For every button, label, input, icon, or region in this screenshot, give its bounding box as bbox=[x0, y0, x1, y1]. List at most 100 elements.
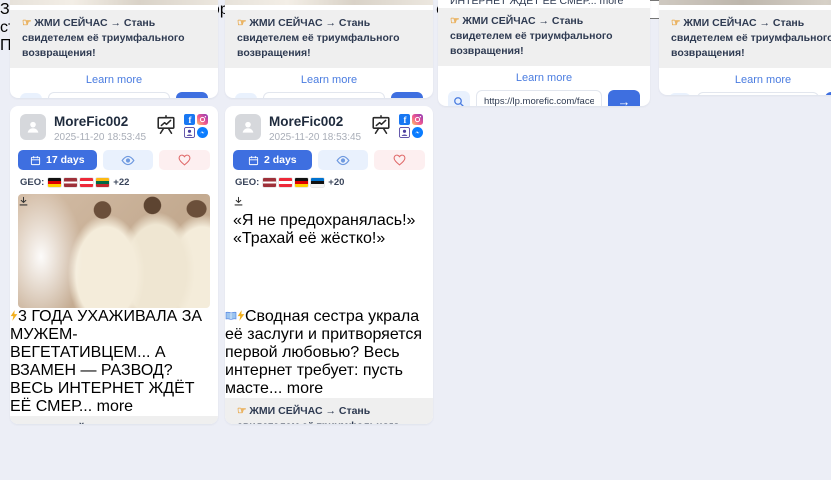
profile-name: MoreFic002 bbox=[269, 114, 362, 130]
calendar-icon bbox=[248, 155, 259, 166]
audience-network-icon bbox=[184, 127, 195, 138]
creative-image-cropped bbox=[659, 0, 831, 5]
arrow-right-icon bbox=[401, 96, 414, 98]
cta-text: ЖМИ СЕЙЧАС → Стань свидетелем её триумфа… bbox=[237, 405, 400, 424]
learn-more-link[interactable]: Learn more bbox=[659, 68, 831, 91]
days-active-button[interactable]: 2 days bbox=[233, 150, 312, 170]
geo-more-count[interactable]: +22 bbox=[113, 177, 129, 188]
book-icon bbox=[225, 308, 237, 325]
pointing-hand-icon bbox=[237, 17, 249, 29]
action-buttons: 17 days bbox=[10, 147, 218, 170]
header-icons: f bbox=[155, 114, 208, 141]
landing-url-input[interactable] bbox=[48, 92, 170, 98]
flag-estonia-icon bbox=[311, 178, 324, 187]
lightning-icon bbox=[10, 308, 18, 325]
geo-flags bbox=[48, 178, 109, 187]
pointing-hand-icon bbox=[22, 423, 34, 424]
learn-more-link[interactable]: Learn more bbox=[10, 68, 218, 91]
placements: f bbox=[184, 114, 208, 138]
geo-more-count[interactable]: +20 bbox=[328, 177, 344, 188]
cta-block: ЖМИ СЕЙЧАС → Стань свидетелем её триумфа… bbox=[659, 10, 831, 68]
flag-germany-icon bbox=[295, 178, 308, 187]
creative-image[interactable] bbox=[18, 194, 210, 308]
ad-card-partial-4: ЖМИ СЕЙЧАС → Стань свидетелем её триумфа… bbox=[659, 0, 831, 95]
flag-latvia-icon bbox=[64, 178, 77, 187]
ad-date: 2025-11-20 18:53:45 bbox=[269, 132, 362, 143]
instagram-icon bbox=[197, 114, 208, 125]
more-link[interactable]: more bbox=[599, 0, 623, 7]
search-icon[interactable] bbox=[448, 91, 470, 106]
geo-label: GEO: bbox=[20, 177, 44, 188]
cta-text: ЖМИ СЕЙЧАС → Стань свидетелем её триумфа… bbox=[450, 15, 613, 57]
search-icon[interactable] bbox=[669, 93, 691, 95]
learn-more-link[interactable]: Learn more bbox=[438, 66, 650, 89]
open-url-button[interactable] bbox=[391, 92, 423, 98]
eye-icon bbox=[121, 155, 135, 166]
cta-block: ЖМИ СЕЙЧАС → Стань свидетелем её триумфа… bbox=[10, 10, 218, 68]
pointing-hand-icon bbox=[450, 15, 462, 27]
image-overlay-text: «Я не предохранялась!» «Трахай её жёстко… bbox=[233, 212, 425, 248]
ad-card-partial-1: ЖМИ СЕЙЧАС → Стань свидетелем её триумфа… bbox=[10, 0, 218, 98]
eye-icon bbox=[336, 155, 350, 166]
cta-block: ЖМИ СЕЙЧАС → Стань свидетелем её триумфа… bbox=[225, 398, 433, 424]
open-url-button[interactable] bbox=[825, 92, 831, 95]
landing-url-input[interactable] bbox=[697, 92, 819, 95]
download-image-icon[interactable] bbox=[233, 194, 244, 211]
views-button[interactable] bbox=[103, 150, 154, 170]
action-buttons: 2 days bbox=[225, 147, 433, 170]
landing-url-input[interactable] bbox=[476, 90, 602, 106]
landing-url-input[interactable] bbox=[263, 92, 385, 98]
open-url-button[interactable] bbox=[608, 90, 640, 106]
search-icon[interactable] bbox=[20, 93, 42, 98]
presentation-board-icon[interactable] bbox=[370, 114, 392, 141]
instagram-icon bbox=[412, 114, 423, 125]
audience-network-icon bbox=[399, 127, 410, 138]
days-active-button[interactable]: 17 days bbox=[18, 150, 97, 170]
profile-info: MoreFic002 2025-11-20 18:53:45 bbox=[269, 114, 362, 143]
open-url-button[interactable] bbox=[176, 92, 208, 98]
heart-icon bbox=[178, 154, 191, 166]
profile-name: MoreFic002 bbox=[54, 114, 147, 130]
presentation-board-icon[interactable] bbox=[155, 114, 177, 141]
flag-austria-icon bbox=[80, 178, 93, 187]
url-row bbox=[659, 91, 831, 95]
calendar-icon bbox=[30, 155, 41, 166]
more-link[interactable]: more bbox=[287, 380, 323, 397]
learn-more-link[interactable]: Learn more bbox=[225, 68, 433, 91]
facebook-icon: f bbox=[399, 114, 410, 125]
ad-description: Сводная сестра украла её заслуги и притв… bbox=[225, 308, 433, 398]
views-button[interactable] bbox=[318, 150, 369, 170]
messenger-icon bbox=[197, 127, 208, 138]
url-row bbox=[438, 89, 650, 106]
geo-row: GEO: +20 bbox=[225, 170, 433, 192]
creative-image-cropped bbox=[225, 0, 433, 5]
search-icon[interactable] bbox=[235, 93, 257, 98]
header-icons: f bbox=[370, 114, 423, 141]
flag-austria-icon bbox=[279, 178, 292, 187]
creative-image[interactable]: «Я не предохранялась!» «Трахай её жёстко… bbox=[233, 194, 425, 308]
geo-flags bbox=[263, 178, 324, 187]
overlay-line-2: «Трахай её жёстко!» bbox=[233, 230, 425, 248]
lightning-icon bbox=[237, 308, 245, 325]
favorite-button[interactable] bbox=[159, 150, 210, 170]
download-image-icon[interactable] bbox=[18, 194, 29, 211]
pointing-hand-icon bbox=[22, 17, 34, 29]
favorite-button[interactable] bbox=[374, 150, 425, 170]
ad-date: 2025-11-20 18:53:45 bbox=[54, 132, 147, 143]
cta-block: ЖМИ СЕЙЧАС → Стань свидетелем её триумфа… bbox=[225, 10, 433, 68]
card-header: MoreFic002 2025-11-20 18:53:45 f bbox=[10, 106, 218, 147]
profile-info: MoreFic002 2025-11-20 18:53:45 bbox=[54, 114, 147, 143]
pointing-hand-icon bbox=[237, 405, 249, 417]
more-link[interactable]: more bbox=[97, 398, 133, 415]
avatar bbox=[235, 114, 261, 140]
cta-text: ЖМИ СЕЙЧАС → Стань свидетелем её триумфа… bbox=[22, 17, 185, 59]
placements: f bbox=[399, 114, 423, 138]
flag-lithuania-icon bbox=[96, 178, 109, 187]
ad-card-partial-2: ЖМИ СЕЙЧАС → Стань свидетелем её триумфа… bbox=[225, 0, 433, 98]
geo-row: GEO: +22 bbox=[10, 170, 218, 192]
creative-image-cropped bbox=[10, 0, 218, 5]
card-header: MoreFic002 2025-11-20 18:53:45 f bbox=[225, 106, 433, 147]
arrow-right-icon bbox=[186, 96, 199, 98]
flag-germany-icon bbox=[48, 178, 61, 187]
ad-card-partial-3: ИНТЕРНЕТ ЖДЁТ ЕЁ СМЕР... more ЖМИ СЕЙЧАС… bbox=[438, 0, 650, 106]
